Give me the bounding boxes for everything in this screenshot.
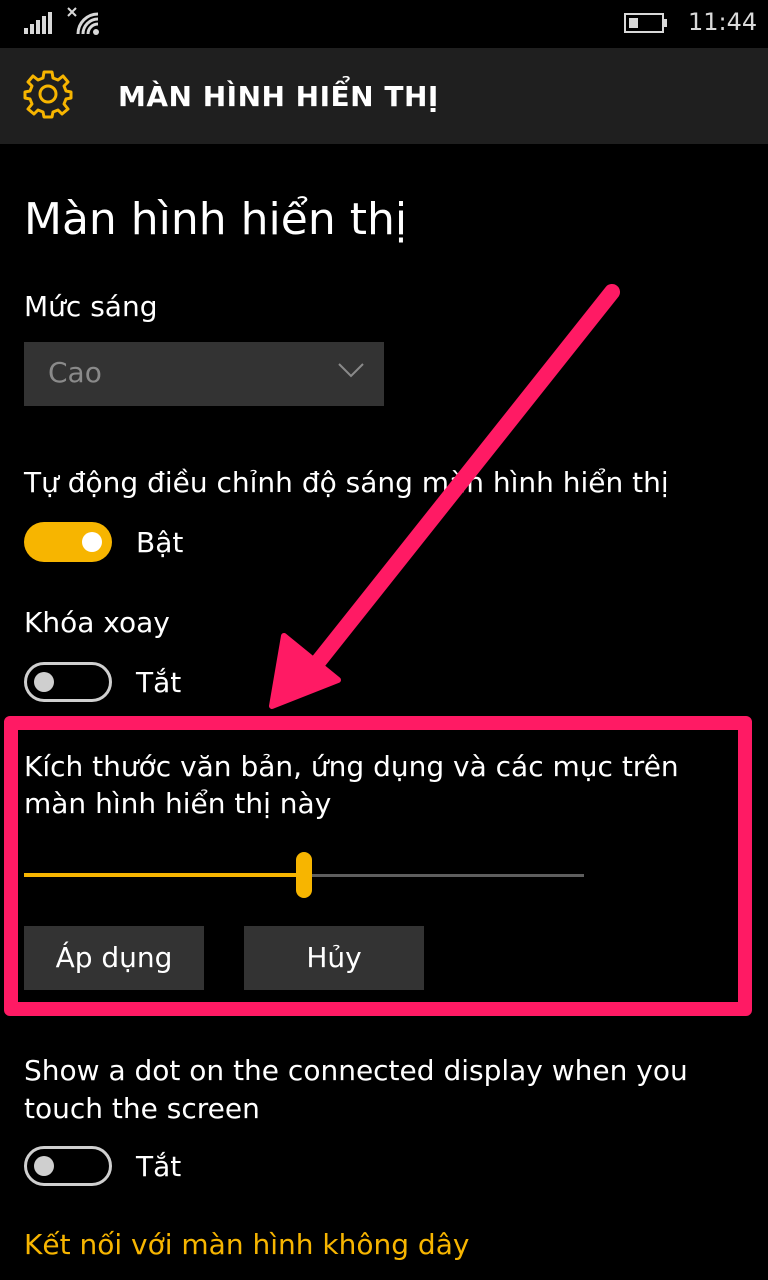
status-time: 11:44 [688, 8, 758, 36]
brightness-dropdown[interactable]: Cao [24, 342, 384, 406]
settings-gear-icon [23, 70, 73, 119]
brightness-label: Mức sáng [24, 290, 158, 323]
annotation-highlight-box [4, 716, 752, 1016]
brightness-value: Cao [48, 356, 102, 389]
header-title: MÀN HÌNH HIỂN THỊ [118, 80, 439, 113]
toggle-knob [82, 532, 102, 552]
battery-icon [624, 13, 667, 33]
rotation-lock-state: Tắt [136, 666, 182, 699]
touch-dot-state: Tắt [136, 1150, 182, 1183]
toggle-knob [34, 1156, 54, 1176]
auto-brightness-state: Bật [136, 526, 184, 559]
toggle-knob [34, 672, 54, 692]
signal-strength-icon [24, 12, 52, 34]
status-bar: 11:44 [0, 0, 768, 48]
auto-brightness-toggle[interactable] [24, 522, 112, 562]
page-title: Màn hình hiển thị [24, 194, 408, 245]
chevron-down-icon [338, 363, 364, 378]
touch-dot-label: Show a dot on the connected display when… [24, 1054, 688, 1125]
app-header: MÀN HÌNH HIỂN THỊ [0, 48, 768, 144]
rotation-lock-label: Khóa xoay [24, 606, 170, 639]
rotation-lock-toggle[interactable] [24, 662, 112, 702]
wifi-icon [67, 7, 99, 35]
wireless-display-link[interactable]: Kết nối với màn hình không dây [24, 1228, 469, 1261]
auto-brightness-label: Tự động điều chỉnh độ sáng màn hình hiển… [24, 466, 669, 499]
touch-dot-toggle[interactable] [24, 1146, 112, 1186]
